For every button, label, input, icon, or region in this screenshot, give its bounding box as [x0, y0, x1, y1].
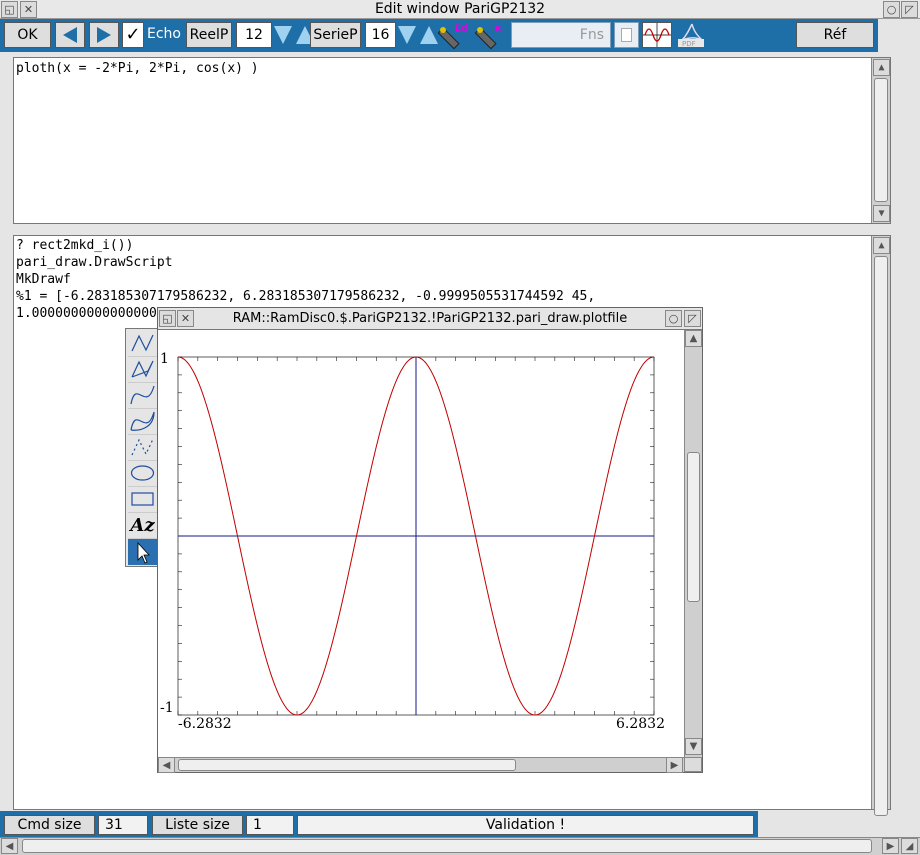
- pdf-label: PDF: [682, 40, 696, 48]
- plot-window-title: RAM::RamDisc0.$.PariGP2132.!PariGP2132.p…: [232, 311, 628, 326]
- status-message: Validation !: [297, 815, 754, 835]
- dotted-line-icon[interactable]: [128, 435, 157, 461]
- iconise-icon[interactable]: ○: [665, 310, 682, 327]
- ok-button[interactable]: OK: [4, 22, 51, 48]
- cmd-size-button[interactable]: Cmd size: [4, 815, 95, 835]
- cmd-size-value: 31: [98, 815, 148, 835]
- reelp-stepper[interactable]: [274, 22, 315, 48]
- window-title-bar[interactable]: ◱ ✕ Edit window PariGP2132 ○ ◸: [0, 0, 920, 19]
- x-min-label: -6.2832: [178, 716, 232, 732]
- scroll-thumb[interactable]: [178, 759, 516, 771]
- run-pencil-icon[interactable]: R: [473, 21, 505, 51]
- select-arrow-icon[interactable]: [128, 539, 157, 565]
- down-arrow-icon[interactable]: [274, 26, 292, 44]
- status-bar: Cmd size 31 Liste size 1 Validation !: [0, 811, 758, 837]
- scroll-thumb[interactable]: [687, 452, 700, 602]
- plot-vscroll[interactable]: ▲ ▼: [684, 330, 702, 757]
- toggle-size-icon[interactable]: ◸: [684, 310, 701, 327]
- scroll-right-icon[interactable]: ▶: [666, 757, 683, 773]
- closed-curve-icon[interactable]: [128, 409, 157, 435]
- output-line: MkDrawf: [16, 272, 71, 287]
- plot-canvas: 1 -1 -6.2832 6.2832: [160, 351, 665, 732]
- y-max-label: 1: [160, 351, 169, 367]
- scroll-down-icon[interactable]: ▼: [873, 205, 890, 222]
- arrow-right-icon: [97, 27, 111, 43]
- plot-window: ◱ ✕ RAM::RamDisc0.$.PariGP2132.!PariGP21…: [157, 307, 703, 773]
- seriep-button[interactable]: SerieP: [310, 22, 361, 48]
- curve-icon[interactable]: [128, 383, 157, 409]
- liste-size-button[interactable]: Liste size: [152, 815, 243, 835]
- resize-icon[interactable]: [684, 757, 702, 772]
- functions-field[interactable]: Fns: [511, 22, 611, 48]
- scroll-thumb[interactable]: [22, 839, 872, 853]
- toggle-size-icon[interactable]: ◸: [901, 1, 918, 18]
- next-button[interactable]: [89, 22, 119, 48]
- draw-tool-palette: Az: [125, 328, 158, 567]
- close-icon[interactable]: ✕: [177, 310, 194, 327]
- edit-pencil-icon[interactable]: Ed: [436, 21, 468, 51]
- down-arrow-icon[interactable]: [398, 26, 416, 44]
- reelp-field[interactable]: 12: [236, 22, 272, 48]
- ellipse-icon[interactable]: [128, 461, 157, 487]
- echo-label: Echo: [147, 26, 181, 42]
- reelp-button[interactable]: ReelP: [186, 22, 232, 48]
- scroll-down-icon[interactable]: ▼: [685, 738, 702, 755]
- scroll-left-icon[interactable]: ◀: [1, 838, 18, 854]
- back-window-icon[interactable]: ◱: [159, 310, 176, 327]
- plot-window-title-bar[interactable]: ◱ ✕ RAM::RamDisc0.$.PariGP2132.!PariGP21…: [158, 308, 702, 330]
- polygon-icon[interactable]: [128, 357, 157, 383]
- x-max-label: 6.2832: [616, 716, 665, 732]
- resize-icon[interactable]: ◢: [901, 838, 918, 854]
- main-hscroll[interactable]: ◀ ▶ ◢: [0, 837, 920, 855]
- svg-text:Ed: Ed: [455, 24, 468, 34]
- seriep-stepper[interactable]: [398, 22, 439, 48]
- output-line: ? rect2mkd_i()): [16, 238, 134, 253]
- liste-size-value: 1: [246, 815, 294, 835]
- scroll-up-icon[interactable]: ▲: [873, 237, 890, 254]
- polyline-icon[interactable]: [128, 331, 157, 357]
- command-text[interactable]: ploth(x = -2*Pi, 2*Pi, cos(x) ): [14, 58, 890, 79]
- rectangle-icon[interactable]: [128, 487, 157, 513]
- y-min-label: -1: [160, 700, 174, 716]
- plot-wave-icon[interactable]: [642, 22, 672, 48]
- scroll-thumb[interactable]: [874, 78, 888, 202]
- scroll-thumb[interactable]: [874, 256, 888, 816]
- arrow-left-icon: [63, 27, 77, 43]
- echo-checkbox[interactable]: ✓: [122, 22, 144, 48]
- command-pane[interactable]: ploth(x = -2*Pi, 2*Pi, cos(x) ) ▲ ▼: [13, 57, 891, 224]
- window-title: Edit window PariGP2132: [374, 1, 546, 17]
- scroll-left-icon[interactable]: ◀: [158, 757, 175, 773]
- scroll-up-icon[interactable]: ▲: [873, 59, 890, 76]
- iconise-icon[interactable]: ○: [883, 1, 900, 18]
- output-line: pari_draw.DrawScript: [16, 255, 173, 270]
- svg-text:R: R: [494, 24, 502, 35]
- ref-button[interactable]: Réf: [796, 22, 874, 48]
- seriep-field[interactable]: 16: [365, 22, 396, 48]
- output-vscroll[interactable]: ▲: [871, 236, 890, 816]
- pdf-icon[interactable]: PDF: [676, 22, 708, 48]
- document-icon[interactable]: [614, 22, 639, 48]
- plot-hscroll[interactable]: ◀ ▶: [158, 757, 684, 773]
- toolbar: OK ✓ Echo ReelP 12 SerieP 16 Ed R Fns PD…: [0, 19, 878, 52]
- command-vscroll[interactable]: ▲ ▼: [871, 58, 890, 223]
- text-icon[interactable]: Az: [128, 513, 157, 539]
- scroll-right-icon[interactable]: ▶: [882, 838, 899, 854]
- scroll-up-icon[interactable]: ▲: [685, 330, 702, 347]
- previous-button[interactable]: [55, 22, 85, 48]
- output-line: %1 = [-6.283185307179586232, 6.283185307…: [16, 289, 596, 304]
